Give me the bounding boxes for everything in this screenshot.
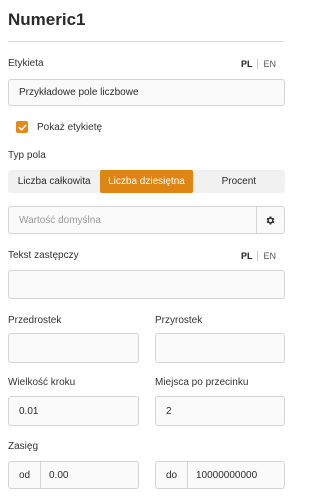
suffix-input[interactable] <box>155 333 285 363</box>
prefix-input[interactable] <box>8 333 139 363</box>
gear-icon <box>266 216 275 224</box>
default-value-input[interactable]: Wartość domyślna <box>9 207 256 233</box>
label-language-switch: PL EN <box>241 59 276 69</box>
panel-title: Numeric1 <box>8 10 86 29</box>
range-label: Zasięg <box>8 441 39 452</box>
range-from-prefix: od <box>9 462 41 488</box>
range-to-prefix: do <box>156 462 188 488</box>
title-divider <box>8 41 284 42</box>
placeholder-text-label: Tekst zastępczy <box>8 250 79 261</box>
placeholder-language-switch: PL EN <box>241 251 276 261</box>
label-input[interactable]: Przykładowe pole liczbowe <box>8 79 285 106</box>
show-label-checkbox[interactable] <box>16 121 28 133</box>
field-type-percent-option[interactable]: Procent <box>193 170 285 193</box>
checkmark-icon <box>18 123 26 131</box>
field-type-segmented-control: Liczba całkowita Liczba dziesiętna Proce… <box>8 170 285 193</box>
lang-pl-button[interactable]: PL <box>241 251 253 261</box>
range-from-input[interactable]: 0.00 <box>41 462 138 488</box>
label-field-label: Etykieta <box>8 58 44 69</box>
decimals-input[interactable]: 2 <box>155 396 285 426</box>
default-value-group: Wartość domyślna <box>8 206 285 234</box>
decimals-label: Miejsca po przecinku <box>155 377 249 388</box>
field-type-integer-option[interactable]: Liczba całkowita <box>8 170 100 193</box>
suffix-label: Przyrostek <box>155 315 203 326</box>
placeholder-text-input[interactable] <box>8 270 285 299</box>
prefix-label: Przedrostek <box>8 315 62 326</box>
lang-pl-button[interactable]: PL <box>241 59 253 69</box>
range-to-group: do 10000000000 <box>155 461 285 489</box>
default-value-settings-button[interactable] <box>256 207 284 233</box>
lang-en-button[interactable]: EN <box>263 59 276 69</box>
field-type-decimal-option[interactable]: Liczba dziesiętna <box>100 170 193 193</box>
range-from-group: od 0.00 <box>8 461 139 489</box>
lang-separator <box>257 251 259 261</box>
step-input[interactable]: 0.01 <box>8 396 139 426</box>
field-type-label: Typ pola <box>8 150 46 161</box>
range-to-input[interactable]: 10000000000 <box>188 462 284 488</box>
show-label-text: Pokaż etykietę <box>37 122 103 133</box>
lang-separator <box>257 59 259 69</box>
lang-en-button[interactable]: EN <box>263 251 276 261</box>
step-label: Wielkość kroku <box>8 377 76 388</box>
